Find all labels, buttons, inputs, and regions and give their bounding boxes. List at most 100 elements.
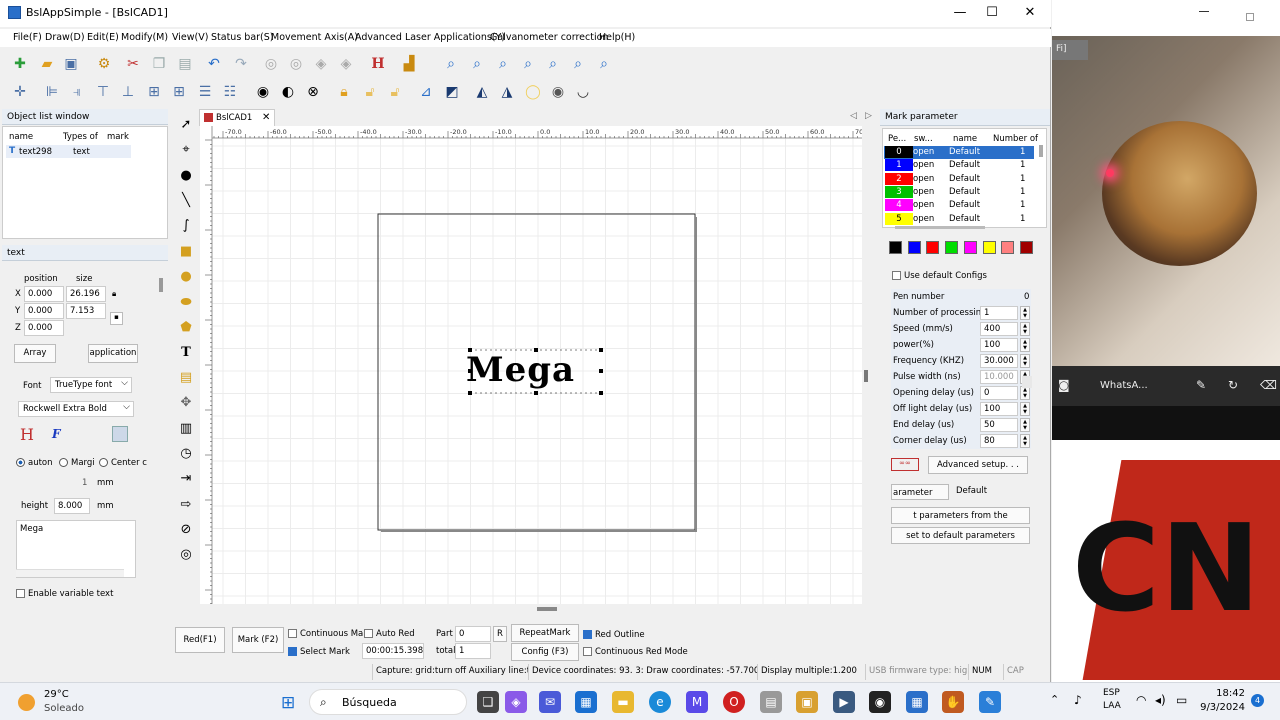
repeat-mark-button[interactable]: RepeatMark [511,624,579,642]
zoom-app-icon[interactable]: ◈ [505,691,527,713]
zoom-in-icon[interactable]: ⌕ [468,55,486,73]
distribute-h-icon[interactable]: ☰ [196,83,214,101]
pen-color-swatch[interactable] [963,241,977,254]
param-spinner[interactable]: ▲▼ [1020,338,1030,352]
menu-help[interactable]: Help(H) [599,32,635,43]
pen-color-swatch[interactable] [889,241,902,254]
param-value-input[interactable]: 50 [980,418,1018,432]
param-spinner[interactable]: ▲▼ [1020,418,1030,432]
param-spinner[interactable]: ▲▼ [1020,402,1030,416]
continuous-mark-checkbox[interactable]: Continuous Marl [288,629,369,639]
param-value-input[interactable]: 10.000 [980,370,1018,384]
param-value-input[interactable]: 100 [980,402,1018,416]
menu-advanced-laser[interactable]: Advanced Laser Applications(Y) [355,32,505,43]
notification-badge[interactable]: 4 [1251,694,1264,707]
apply-button[interactable]: application [88,344,138,363]
advanced-setup-button[interactable]: Advanced setup. . . [928,456,1028,474]
explorer-app-icon[interactable]: ▬ [612,691,634,713]
zoom-fit-icon[interactable]: ⌕ [569,55,587,73]
param-spinner[interactable]: ▲▼ [1020,434,1030,448]
auto-red-checkbox[interactable]: Auto Red [364,629,415,639]
select-params-button[interactable]: t parameters from the parameter lil [891,507,1030,524]
menu-movement-axis[interactable]: Movement Axis(A) [271,32,358,43]
weather-status[interactable]: Soleado [44,703,84,714]
app-12-icon[interactable]: ◉ [869,691,891,713]
panel-splitter[interactable] [159,278,163,292]
text-height-input[interactable]: 8.000 [54,498,90,514]
height-size-input[interactable]: 7.153 [66,303,106,319]
zoom-icon[interactable]: ⌕ [442,55,460,73]
param-value-input[interactable]: 400 [980,322,1018,336]
rectangle-tool-icon[interactable]: ■ [175,241,197,263]
select-mark-checkbox[interactable]: Select Mark [288,647,350,657]
hershey-font-icon[interactable]: H [20,425,34,444]
tab-bslcad1[interactable]: BslCAD1 ✕ [199,109,275,126]
align-dropdown-icon[interactable]: ▟ [400,55,418,73]
param-spinner[interactable]: ▲▼ [1020,306,1030,320]
zoom-out-icon[interactable]: ⌕ [494,55,512,73]
undo-icon[interactable]: ↶ [205,55,223,73]
circle-tool-2-icon[interactable]: ◐ [279,83,297,101]
align-top-icon[interactable]: ⊤ [94,83,112,101]
clock-time[interactable]: 18:42 [1205,688,1245,699]
pen-row[interactable]: 2 open Default 1 [884,172,1034,186]
canvas-text-object[interactable]: Mega [466,350,575,390]
close-button[interactable]: ✕ [1014,4,1046,22]
center-icon[interactable]: ✛ [11,83,29,101]
task-view-icon[interactable]: ❑ [477,691,499,713]
font-name-select[interactable]: Rockwell Extra Bold [18,401,134,417]
param-value-input[interactable]: 0 [980,386,1018,400]
combine-icon[interactable]: ◈ [312,55,330,73]
open-folder-icon[interactable]: ▰ [38,55,56,73]
part-input[interactable]: 0 [455,626,491,642]
array-button[interactable]: Array [14,344,56,363]
timer-tool-icon[interactable]: ◷ [175,443,197,465]
pen-color-swatch[interactable] [982,241,996,254]
redo-icon[interactable]: ↷ [232,55,250,73]
lock-icon[interactable]: 🔒︎ [335,83,353,101]
menu-modify[interactable]: Modify(M) [121,32,168,43]
cut-icon[interactable]: ✂ [124,55,142,73]
param-value-input[interactable]: 1 [980,306,1018,320]
config-button[interactable]: Config (F3) [511,643,579,661]
textarea-scrollbar[interactable] [16,569,124,577]
polygon-tool-icon[interactable]: ⬟ [175,317,197,339]
lock-ratio-icon[interactable]: 🔒︎ [112,289,116,299]
align-hcenter-icon[interactable]: ⊞ [145,83,163,101]
font-style-icon[interactable]: F [52,427,61,441]
pen-row[interactable]: 3 open Default 1 [884,185,1034,199]
param-value-input[interactable]: 30.000 [980,354,1018,368]
align-right-icon[interactable]: ⫣ [68,83,86,101]
unlock-icon[interactable]: 🔓︎ [361,83,379,101]
unlock-all-icon[interactable]: 🔓︎ [386,83,404,101]
menu-status-bar[interactable]: Status bar(S) [211,32,274,43]
circle-tool-1-icon[interactable]: ◉ [254,83,272,101]
mic-icon[interactable]: ♪ [1074,693,1082,707]
lang-layout[interactable]: LAA [1103,701,1121,711]
settings-gear-icon[interactable]: ⚙ [95,55,113,73]
stop-icon[interactable]: ⊗ [304,83,322,101]
store-app-icon[interactable]: ▦ [575,691,597,713]
canvas-hscroll-thumb[interactable] [537,607,557,611]
radio-center[interactable]: Center c [99,458,147,468]
point-tool-icon[interactable]: ● [175,165,197,187]
zoom-all-icon[interactable]: ⌕ [519,55,537,73]
preview-eye-icon[interactable]: ◉ [549,83,567,101]
line-tool-icon[interactable]: ╲ [175,190,197,212]
mirror-h-icon[interactable]: ◭ [473,83,491,101]
pen-color-swatch[interactable] [1001,241,1015,254]
red-outline-checkbox[interactable]: Red Outline [583,630,645,640]
zoom-select-icon[interactable]: ⌕ [544,55,562,73]
menu-file[interactable]: File(F) [13,32,42,43]
tab-scroll-left-icon[interactable]: ◁ [850,111,857,121]
font-type-select[interactable]: TrueType font [50,377,132,393]
pen-row[interactable]: 4 open Default 1 [884,199,1034,212]
wifi-icon[interactable]: ◠ [1136,693,1146,707]
weather-sun-icon[interactable] [18,694,35,711]
mirror-v-icon[interactable]: ◮ [498,83,516,101]
text-tool-icon[interactable]: T [175,342,197,364]
light-icon[interactable]: ◯ [524,83,542,101]
break-icon[interactable]: ◈ [337,55,355,73]
ungroup-icon[interactable]: ◎ [287,55,305,73]
app-10-icon[interactable]: ▣ [796,691,818,713]
